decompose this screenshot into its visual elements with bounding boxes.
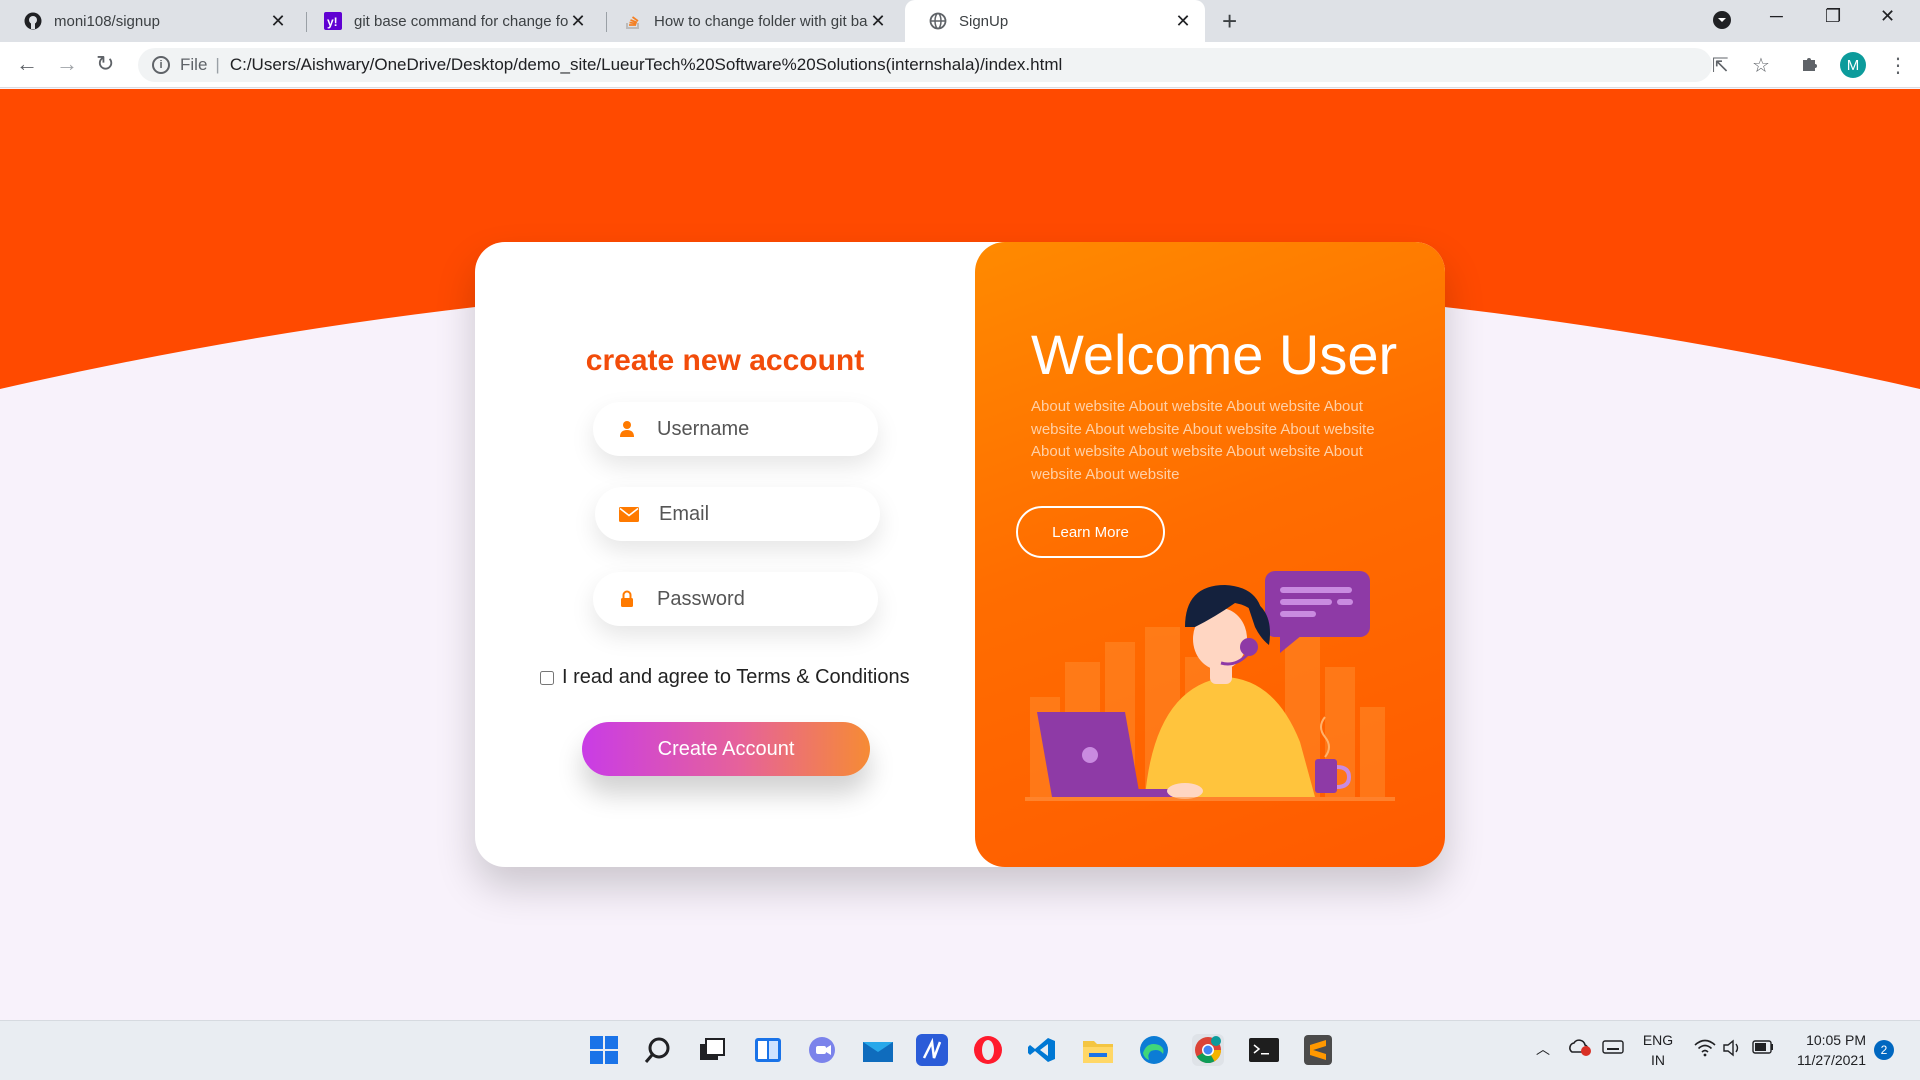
share-icon[interactable]: ⇱ [1712, 53, 1729, 78]
extensions-icon[interactable] [1800, 53, 1820, 79]
username-field[interactable] [593, 402, 878, 456]
welcome-heading: Welcome User [1031, 323, 1398, 386]
widgets-icon[interactable] [752, 1034, 784, 1066]
restore-icon[interactable]: ❐ [1825, 6, 1841, 27]
tray-overflow-icon[interactable]: ︿ [1536, 1039, 1550, 1059]
browser-toolbar: ← → ↻ i File | C:/Users/Aishwary/OneDriv… [0, 42, 1920, 88]
email-field[interactable] [595, 487, 880, 541]
url-scheme: File [180, 55, 208, 74]
about-text: About website About website About websit… [1031, 398, 1375, 483]
language-code: ENG [1642, 1032, 1674, 1048]
terms-checkbox[interactable] [540, 670, 554, 685]
close-tab-icon[interactable]: ✕ [868, 11, 888, 32]
tab-title: git base command for change fo [354, 12, 568, 30]
user-icon [617, 419, 637, 439]
tab-yahoo[interactable]: y! git base command for change fo ✕ [300, 0, 600, 42]
file-explorer-icon[interactable] [1082, 1034, 1114, 1066]
lock-icon [617, 589, 637, 609]
github-icon [24, 12, 42, 30]
form-title: create new account [585, 344, 865, 377]
minimize-icon[interactable]: ─ [1770, 6, 1783, 27]
bookmark-star-icon[interactable]: ☆ [1752, 53, 1770, 78]
support-agent-illustration [1025, 571, 1395, 801]
clock-date: 11/27/2021 [1796, 1052, 1866, 1068]
volume-icon[interactable] [1722, 1039, 1742, 1060]
clock-time: 10:05 PM [1806, 1032, 1866, 1048]
url-divider: | [215, 55, 220, 74]
opera-icon[interactable] [972, 1034, 1004, 1066]
tab-strip: moni108/signup ✕ y! git base command for… [0, 0, 1920, 42]
whiteboard-icon[interactable] [916, 1034, 948, 1066]
teams-chat-icon[interactable] [806, 1034, 838, 1066]
terms-row[interactable]: I read and agree to Terms & Conditions [540, 666, 910, 689]
windows-start-icon[interactable] [588, 1034, 620, 1066]
profile-avatar[interactable]: M [1840, 52, 1866, 78]
system-clock[interactable]: 10:05 PM 11/27/2021 [1776, 1030, 1866, 1070]
signup-card: create new account I read and agree to T… [475, 242, 1445, 867]
url-text[interactable]: C:/Users/Aishwary/OneDrive/Desktop/demo_… [230, 55, 1062, 75]
password-input[interactable] [657, 587, 857, 611]
close-tab-icon[interactable]: ✕ [1173, 11, 1193, 32]
password-field[interactable] [593, 572, 878, 626]
wifi-icon[interactable] [1694, 1039, 1716, 1060]
notification-badge[interactable]: 2 [1874, 1040, 1894, 1060]
terms-label: I read and agree to Terms & Conditions [562, 666, 910, 688]
forward-icon[interactable]: → [56, 52, 78, 76]
reload-icon[interactable]: ↻ [96, 52, 114, 76]
yahoo-icon: y! [324, 12, 342, 30]
info-icon[interactable]: i [152, 56, 170, 74]
chrome-icon[interactable] [1192, 1034, 1224, 1066]
close-window-icon[interactable]: ✕ [1880, 6, 1895, 27]
vscode-icon[interactable] [1026, 1034, 1058, 1066]
menu-kebab-icon[interactable]: ⋮ [1888, 53, 1908, 78]
tab-stackoverflow[interactable]: How to change folder with git ba ✕ [600, 0, 900, 42]
new-tab-button[interactable]: + [1222, 6, 1237, 36]
terminal-icon[interactable] [1248, 1034, 1280, 1066]
welcome-panel: Welcome User About website About website… [975, 242, 1445, 867]
stackoverflow-icon [624, 12, 642, 30]
create-account-button[interactable]: Create Account [582, 722, 870, 776]
tab-title: moni108/signup [54, 12, 160, 30]
envelope-icon [619, 504, 639, 524]
close-tab-icon[interactable]: ✕ [268, 11, 288, 32]
username-input[interactable] [657, 417, 857, 441]
tab-github[interactable]: moni108/signup ✕ [0, 0, 300, 42]
page-content: create new account I read and agree to T… [0, 89, 1920, 1020]
keyboard-icon[interactable] [1602, 1039, 1624, 1058]
task-view-icon[interactable] [696, 1034, 728, 1066]
email-input[interactable] [659, 502, 859, 526]
back-icon[interactable]: ← [16, 52, 38, 76]
battery-icon[interactable] [1752, 1040, 1774, 1057]
close-tab-icon[interactable]: ✕ [568, 11, 588, 32]
svg-text:y!: y! [327, 15, 338, 29]
onedrive-icon[interactable] [1568, 1038, 1592, 1059]
tab-search-icon[interactable] [1712, 10, 1732, 35]
tab-title: SignUp [959, 12, 1009, 30]
edge-icon[interactable] [1138, 1034, 1170, 1066]
mail-icon[interactable] [862, 1034, 894, 1066]
tab-title: How to change folder with git ba [654, 12, 868, 30]
region-code: IN [1651, 1052, 1665, 1068]
tab-signup[interactable]: SignUp ✕ [905, 0, 1205, 42]
sublime-icon[interactable] [1302, 1034, 1334, 1066]
address-bar[interactable]: i File | C:/Users/Aishwary/OneDrive/Desk… [138, 48, 1712, 82]
search-icon[interactable] [642, 1034, 674, 1066]
language-indicator[interactable]: ENG IN [1640, 1030, 1676, 1070]
windows-taskbar: ︿ ENG IN 10:05 PM 11/27/2021 2 [0, 1020, 1920, 1080]
learn-more-button[interactable]: Learn More [1016, 506, 1165, 558]
globe-icon [929, 12, 947, 30]
